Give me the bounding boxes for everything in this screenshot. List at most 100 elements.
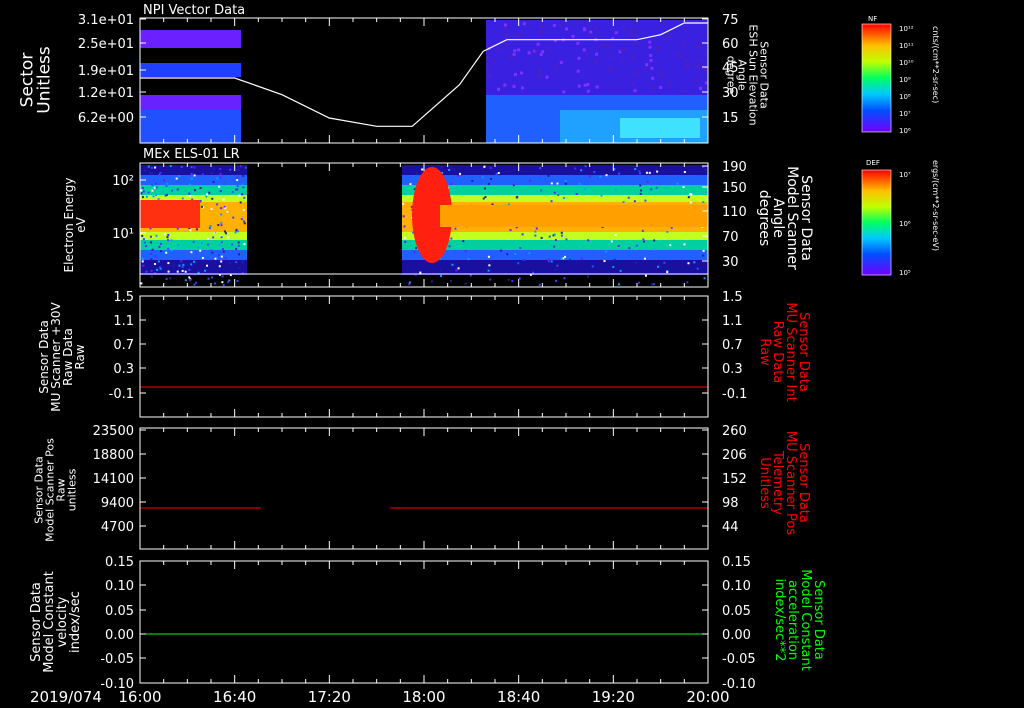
npi-cell [562, 90, 566, 94]
els-cell [144, 245, 147, 248]
els-cell [540, 189, 543, 192]
right-axis-label: Sensor DataModel ScannerAngledegrees [756, 166, 814, 270]
els-cell [190, 177, 193, 180]
els-cell [193, 283, 196, 286]
els-cell [140, 282, 143, 285]
els-cell [482, 197, 485, 200]
npi-cell [509, 55, 513, 59]
els-cell [188, 276, 191, 279]
els-cell [479, 176, 482, 179]
els-cell [481, 176, 484, 179]
npi-cell [620, 118, 700, 138]
els-cell [469, 274, 472, 277]
npi-cell [635, 71, 639, 75]
right-tick-label: 30 [722, 255, 739, 270]
els-cell [639, 192, 642, 195]
els-cell [637, 281, 640, 284]
pos-frame [139, 427, 709, 550]
els-cell [167, 234, 170, 237]
els-cell [704, 168, 707, 171]
def-colorbar-gradient [861, 169, 892, 276]
els-cell [640, 189, 643, 192]
colorbar-tick-label: 10⁹ [899, 76, 911, 84]
els-cell [440, 166, 443, 169]
els-cell [605, 174, 608, 177]
npi-cell [685, 58, 689, 62]
left-axis-label: Sensor DataModel Constantvelocityindex/s… [29, 571, 83, 673]
els-cell [181, 265, 184, 268]
els-cell [448, 169, 451, 172]
els-cell [236, 185, 239, 188]
els-cell [181, 269, 184, 272]
els-cell [238, 267, 241, 270]
npi-cell [585, 52, 589, 56]
npi-cell [140, 95, 241, 110]
npi-cell [503, 23, 507, 27]
els-cell [180, 165, 183, 168]
pos-axis-ticks: 23500 18800 14100 9400 4700 260 206 152 98 44 [93, 424, 747, 549]
els-cell [219, 190, 222, 193]
els-cell [141, 196, 144, 199]
els-cell [181, 197, 184, 200]
els-cell [225, 232, 228, 235]
els-cell [209, 224, 212, 227]
els-cell [523, 258, 526, 261]
pos-panel: 23500 18800 14100 9400 4700 260 206 152 98 44 [93, 424, 747, 550]
npi-cell [539, 25, 543, 29]
els-cell [556, 182, 559, 185]
right-tick-label: 1.1 [722, 314, 743, 329]
npi-cell [582, 27, 586, 31]
els-cell [467, 258, 470, 261]
vel-axis-ticks: 0.150.100.050.00-0.05-0.100.150.100.050.… [100, 555, 755, 692]
els-cell [517, 262, 520, 265]
els-cell [221, 275, 224, 278]
els-cell [575, 193, 578, 196]
x-tick-label: 17:20 [308, 688, 351, 706]
left-tick-label: 2.5e+01 [78, 37, 134, 52]
npi-cell [602, 44, 606, 48]
els-cell [591, 265, 594, 268]
els-cell [402, 215, 405, 218]
els-cell [222, 198, 225, 201]
def-colorbar-unit: ergs/(cm**2-sr-sec-eV) [931, 160, 940, 251]
els-cell [157, 198, 160, 201]
nf-colorbar-title: NF [868, 15, 877, 23]
els-cell [177, 243, 180, 246]
els-cell [462, 240, 465, 243]
npi-cell [631, 82, 635, 86]
els-cell [220, 224, 223, 227]
els-cell [634, 168, 637, 171]
els-cell [194, 281, 197, 284]
els-cell [653, 239, 656, 242]
npi-cell [633, 41, 637, 45]
els-cell [676, 182, 679, 185]
els-cell [214, 257, 217, 260]
els-cell [231, 243, 234, 246]
els-cell [163, 179, 166, 182]
els-cell [170, 249, 173, 252]
els-cell [165, 277, 168, 280]
els-cell [210, 172, 213, 175]
nf-colorbar-gradient [861, 23, 892, 133]
npi-cell [512, 84, 516, 88]
els-cell [419, 271, 422, 274]
npi-cell [656, 46, 660, 50]
els-cell [409, 183, 412, 186]
els-cell [142, 190, 145, 193]
right-axis-label-line: Raw [757, 338, 772, 366]
els-cell [562, 196, 565, 199]
els-cell [603, 260, 606, 263]
right-tick-label: 98 [722, 496, 739, 511]
els-cell [696, 267, 699, 270]
els-cell [207, 237, 210, 240]
els-cell [450, 237, 453, 240]
left-tick-label: 18800 [93, 448, 134, 463]
els-cell [195, 228, 198, 231]
els-cell [580, 169, 583, 172]
npi-cell [681, 88, 685, 92]
els-cell [152, 195, 155, 198]
els-cell [539, 167, 542, 170]
npi-cell [684, 29, 688, 33]
els-cell [218, 265, 221, 268]
els-cell [641, 229, 644, 232]
